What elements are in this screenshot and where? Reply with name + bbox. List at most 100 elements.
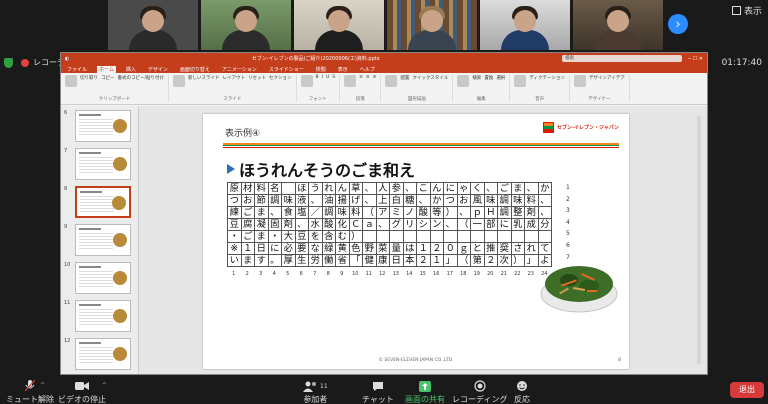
participant-video-6[interactable] [573,0,663,50]
ribbon-command[interactable]: 選択 [496,75,505,87]
ribbon-command[interactable]: 置換 [484,75,493,87]
ribbon-command-icon[interactable] [385,75,398,87]
grid-cell: 白 [389,194,404,207]
ribbon-command[interactable]: セクション [269,75,292,87]
ribbon-command[interactable]: 切り取り [80,75,98,87]
ppt-menu-tab[interactable]: 挿入 [124,66,138,73]
ribbon-group-items: ディクテーション [514,75,565,87]
slide-vertical-scrollbar[interactable] [697,116,701,364]
slide-thumbnail[interactable] [75,186,131,218]
ppt-search-input[interactable]: 検索 [562,55,683,62]
column-number: 6 [299,271,303,277]
grid-cell: 乳 [510,218,525,231]
participants-button[interactable]: 11 参加者 [303,380,328,404]
column-number: 16 [433,271,440,277]
ribbon-command-icon[interactable] [65,75,77,87]
chat-button[interactable]: チャット [362,380,394,404]
ppt-menu-tab[interactable]: 表示 [336,66,350,73]
participant-video-3[interactable] [294,0,384,50]
ribbon-command-icon[interactable] [514,75,527,87]
slide-thumbnail[interactable] [75,262,131,294]
ribbon-command[interactable]: 検索 [472,75,481,87]
participant-video-5[interactable] [480,0,570,50]
ribbon-command[interactable]: ≡ [373,75,377,87]
grid-cell: を [308,230,323,243]
view-label: 表示 [743,7,762,17]
record-button[interactable]: レコーディング [452,380,507,404]
slide-thumbnail[interactable] [75,300,131,332]
ribbon-command[interactable]: コピー [101,75,115,87]
window-controls[interactable]: ─ ☐ ✕ [688,56,703,62]
ribbon-command[interactable]: デザインアイデア [589,75,625,87]
zoom-meeting-window: › 表示 レコーディング中 01:17:40 ◐ セブン-イレブンの製品(ご紹介… [0,0,768,404]
audio-options-caret-icon[interactable]: ^ [40,382,45,389]
row-number: 6 [566,241,570,249]
ppt-menu-tab[interactable]: 校閲 [314,66,328,73]
slide-thumbnail[interactable] [75,338,131,370]
share-screen-button[interactable]: 画面の共有 [405,380,445,404]
grid-row: 練ごま、食塩／調味料（アミノ酸等）、 ｐ Ｈ 調整剤、 [227,206,552,219]
ribbon-command[interactable]: クイックスタイル [412,75,448,87]
ribbon-command[interactable]: S [332,75,335,87]
ribbon-command[interactable]: ディクテーション [529,75,565,87]
column-number: 4 [272,271,276,277]
grid-cell: 等 [429,206,444,219]
autosave-toggle[interactable]: ◐ [65,56,69,62]
video-options-caret-icon[interactable]: ^ [102,382,107,389]
view-button[interactable]: 表示 [731,4,762,17]
participant-video-2[interactable] [201,0,291,50]
ribbon-command[interactable]: 新しいスライド [188,75,220,87]
ppt-menu-tab[interactable]: ホーム [97,66,116,73]
grid-row: ※ １ 日に必要な緑黄色野菜量は １ ２ ０ ｇ と推奨されて [227,242,552,255]
stop-video-button[interactable]: ビデオの停止 [58,380,106,404]
unmute-button[interactable]: ミュート解除 [6,380,54,404]
reactions-button[interactable]: 反応 [514,380,530,404]
slide-thumbnail[interactable] [75,110,131,142]
ribbon-command-icon[interactable] [344,75,357,87]
grid-cell [443,230,458,243]
ribbon-command[interactable]: 配置 [400,75,409,87]
ribbon-command-icon[interactable] [573,75,586,87]
column-number: 12 [379,271,386,277]
ribbon-command[interactable]: レイアウト [223,75,246,87]
column-number: 3 [259,271,263,277]
grid-cell: 「 [348,254,363,267]
ppt-menu-tab[interactable]: デザイン [146,66,170,73]
ppt-menu-tab[interactable]: アニメーション [220,66,259,73]
ppt-menu-tab[interactable]: 画面切り替え [178,66,212,73]
grid-cell: ん [429,182,444,195]
grid-cell: 剤 [524,206,539,219]
ribbon-command-icon[interactable] [300,75,313,87]
column-number: 22 [514,271,521,277]
meeting-timer: 01:17:40 [721,58,762,68]
grid-cell: 必 [281,242,296,255]
ribbon-group-label: 編集 [476,97,486,102]
participant-video-1[interactable] [108,0,198,50]
ppt-menu-tab[interactable]: スライドショー [267,66,306,73]
slide-thumbnail[interactable] [75,148,131,180]
security-shield-icon[interactable] [4,57,13,68]
ribbon-command[interactable]: 書式のコピー/貼り付け [118,75,165,87]
slide-thumbnail[interactable] [75,224,131,256]
grid-cell: ２ [429,242,444,255]
ribbon-command[interactable]: ≡ [366,75,370,87]
ribbon-group: B I U S フォント [300,75,341,102]
ribbon-command[interactable]: リセット [248,75,266,87]
grid-cell: 、 [294,218,309,231]
ribbon-command-icon[interactable] [173,75,186,87]
participant-video-4[interactable] [387,0,477,50]
thumbnail-content [80,191,102,193]
ppt-menu-tab[interactable]: ファイル [65,66,89,73]
ribbon-command[interactable]: B [316,75,319,87]
ppt-menu-tab[interactable]: ヘルプ [358,66,377,73]
ribbon-command[interactable]: U [326,75,329,87]
next-page-arrow-icon[interactable]: › [668,14,688,34]
stop-video-label: ビデオの停止 [58,395,106,404]
seven-eleven-logo-icon [542,122,554,133]
ribbon-group-items: BIUS [300,75,335,87]
ribbon-group: ディクテーション 音声 [514,75,570,102]
ribbon-command-icon[interactable] [457,75,470,87]
leave-meeting-button[interactable]: 退出 [730,382,764,398]
ribbon-command[interactable]: ≡ [359,75,363,87]
ribbon-command[interactable]: I [322,75,323,87]
